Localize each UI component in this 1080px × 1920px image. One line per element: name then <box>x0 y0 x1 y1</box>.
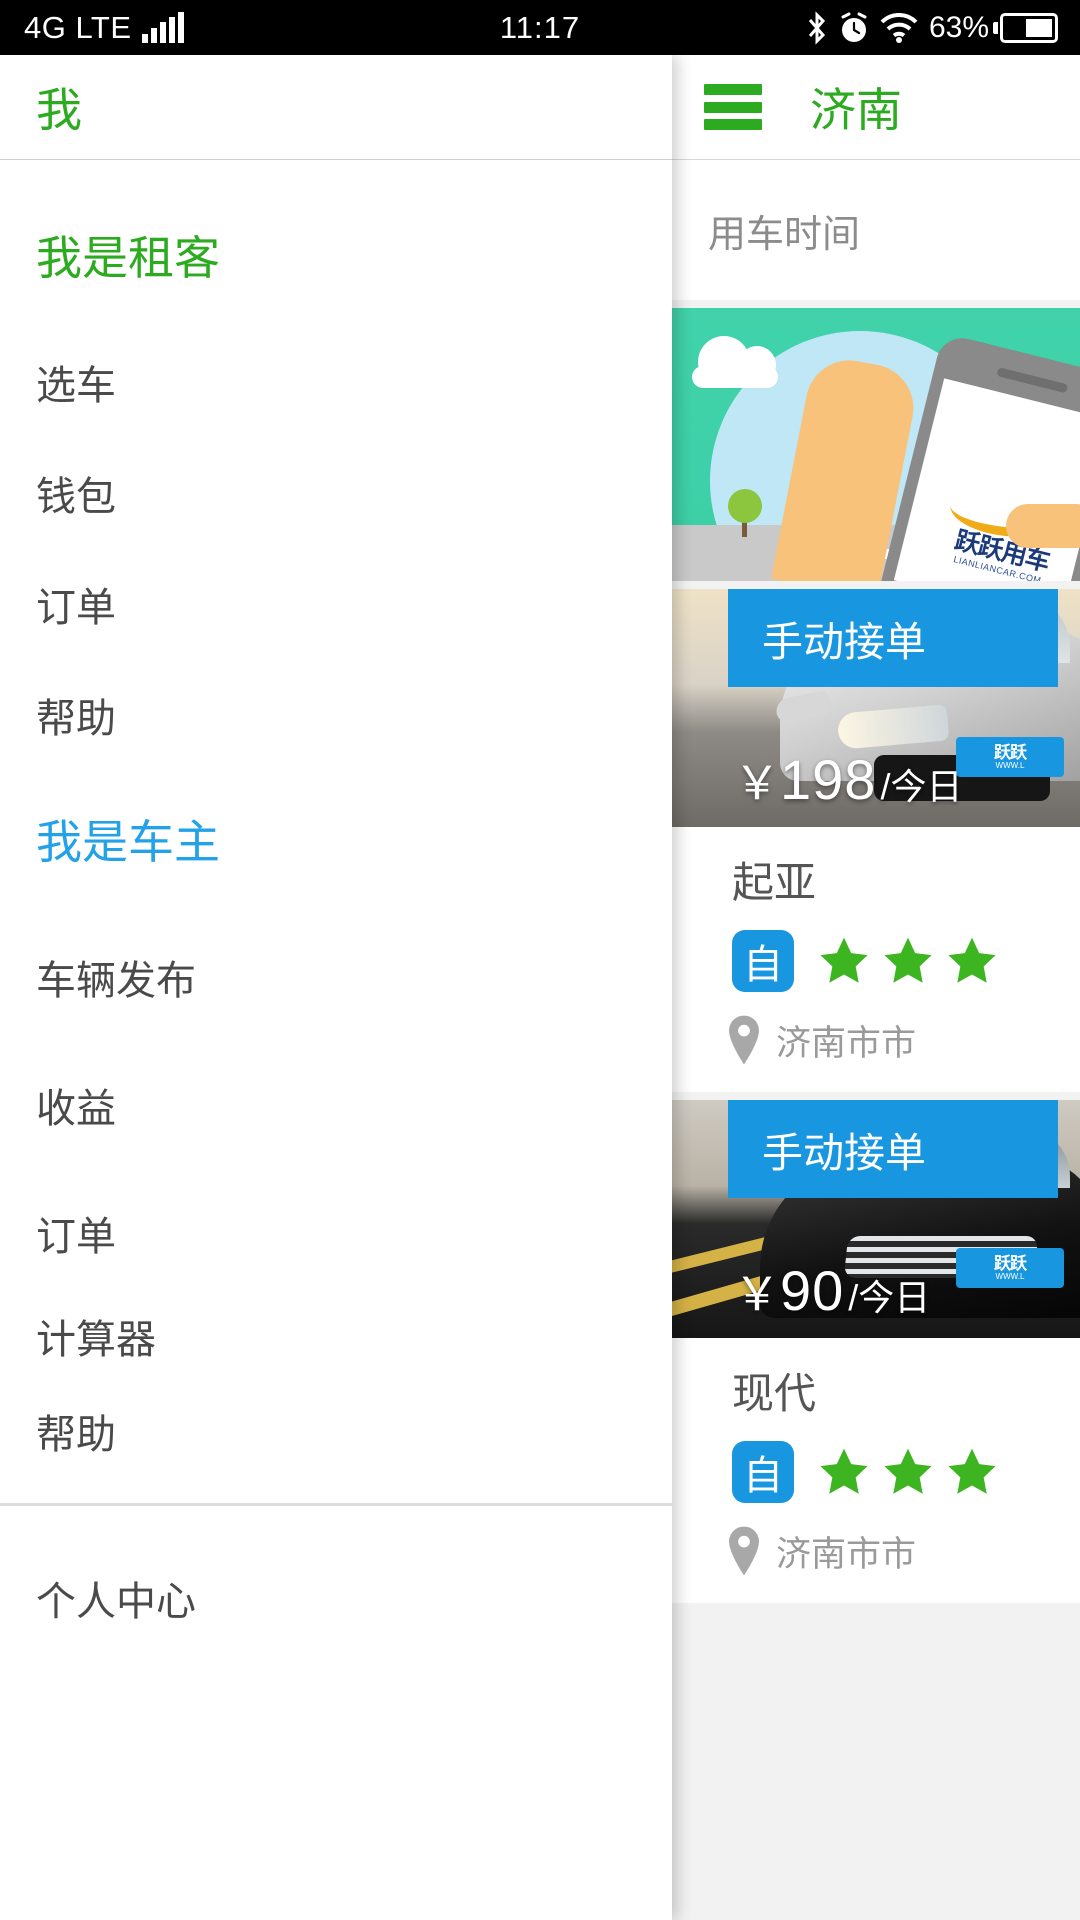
car-location-label: 济南市市 <box>776 1023 917 1063</box>
currency-symbol: ￥ <box>734 757 780 809</box>
license-plate-overlay: 跃跃 WWW.L <box>956 737 1064 777</box>
time-filter-row[interactable]: 用车时间 <box>672 160 1080 300</box>
car-location-label: 济南市市 <box>776 1534 917 1574</box>
main-header: 济南 <box>672 55 1080 160</box>
car-photo: 跃跃 WWW.L 手动接单 ￥ 198 /今日 <box>672 589 1080 827</box>
car-card[interactable]: 跃跃 WWW.L 手动接单 ￥ 198 /今日 起亚 自 济南市市 <box>672 589 1080 1092</box>
car-meta-row: 自 <box>672 910 1080 992</box>
drawer-item-select-car[interactable]: 选车 <box>0 353 672 411</box>
star-icon <box>948 1448 996 1494</box>
drawer-item-earnings[interactable]: 收益 <box>0 1076 672 1134</box>
transmission-badge: 自 <box>732 1441 794 1503</box>
order-mode-label: 手动接单 <box>762 1130 926 1176</box>
currency-symbol: ￥ <box>734 1268 780 1320</box>
star-icon <box>820 1448 868 1494</box>
drawer-item-orders[interactable]: 订单 <box>0 575 672 633</box>
price-amount: 198 <box>780 748 877 811</box>
navigation-drawer: 我 我是租客 选车 钱包 订单 帮助 我是车主 车辆发布 收益 订单 计算器 帮… <box>0 55 672 1920</box>
car-card[interactable]: 跃跃 WWW.L 手动接单 ￥ 90 /今日 现代 自 济南市市 <box>672 1100 1080 1603</box>
license-plate-overlay: 跃跃 WWW.L <box>956 1248 1064 1288</box>
order-mode-badge: 手动接单 <box>728 1100 1058 1198</box>
order-mode-label: 手动接单 <box>762 619 926 665</box>
price-overlay: ￥ 90 /今日 <box>734 1258 930 1324</box>
drawer-item-owner-help[interactable]: 帮助 <box>0 1402 672 1460</box>
drawer-section-title-renter: 我是租客 <box>36 232 220 284</box>
hamburger-icon[interactable] <box>704 84 762 130</box>
drawer-header: 我 <box>0 55 672 160</box>
drawer-item-help[interactable]: 帮助 <box>0 686 672 744</box>
tree-icon <box>728 489 762 523</box>
plate-text-cn: 跃跃 <box>994 1253 1027 1273</box>
car-location-row: 济南市市 <box>672 992 1080 1092</box>
status-bar-clock: 11:17 <box>499 9 581 45</box>
star-icon <box>820 937 868 983</box>
price-amount: 90 <box>780 1259 845 1322</box>
drawer-item-personal-center[interactable]: 个人中心 <box>0 1569 672 1627</box>
rating-stars <box>816 1444 1000 1500</box>
car-brand-label: 起亚 <box>732 859 817 906</box>
location-pin-icon <box>729 1015 759 1065</box>
cloud-icon <box>692 336 778 388</box>
drawer-title: 我 <box>36 84 82 136</box>
price-period: /今日 <box>880 766 963 807</box>
transmission-badge: 自 <box>732 930 794 992</box>
finger-illustration <box>1006 504 1080 548</box>
drawer-section-title-owner: 我是车主 <box>36 816 220 868</box>
status-bar: 4G LTE 11:17 63% <box>0 0 1080 55</box>
city-label[interactable]: 济南 <box>810 74 902 140</box>
plate-text-en: WWW.L <box>995 760 1025 770</box>
drawer-item-calculator[interactable]: 计算器 <box>0 1307 672 1365</box>
star-icon <box>948 937 996 983</box>
location-pin-icon <box>729 1526 759 1576</box>
order-mode-badge: 手动接单 <box>728 589 1058 687</box>
time-filter-label: 用车时间 <box>708 213 861 256</box>
promo-banner[interactable]: 跃跃用车 LIANLIANCAR.COM <box>672 308 1080 581</box>
main-screen: 济南 用车时间 跃跃用车 LIANLIANCAR.COM 跃跃 WWW.L 手动… <box>672 55 1080 1920</box>
drawer-item-owner-orders[interactable]: 订单 <box>0 1204 672 1262</box>
battery-icon <box>993 12 1058 43</box>
star-icon <box>884 1448 932 1494</box>
drawer-item-wallet[interactable]: 钱包 <box>0 464 672 522</box>
car-photo: 跃跃 WWW.L 手动接单 ￥ 90 /今日 <box>672 1100 1080 1338</box>
plate-text-en: WWW.L <box>995 1271 1025 1281</box>
car-location-row: 济南市市 <box>672 1503 1080 1603</box>
star-icon <box>884 937 932 983</box>
plate-text-cn: 跃跃 <box>994 742 1027 762</box>
rating-stars <box>816 933 1000 989</box>
price-overlay: ￥ 198 /今日 <box>734 747 962 813</box>
price-period: /今日 <box>848 1277 931 1318</box>
car-meta-row: 自 <box>672 1421 1080 1503</box>
drawer-item-publish-vehicle[interactable]: 车辆发布 <box>0 948 672 1006</box>
car-brand-label: 现代 <box>732 1370 817 1417</box>
